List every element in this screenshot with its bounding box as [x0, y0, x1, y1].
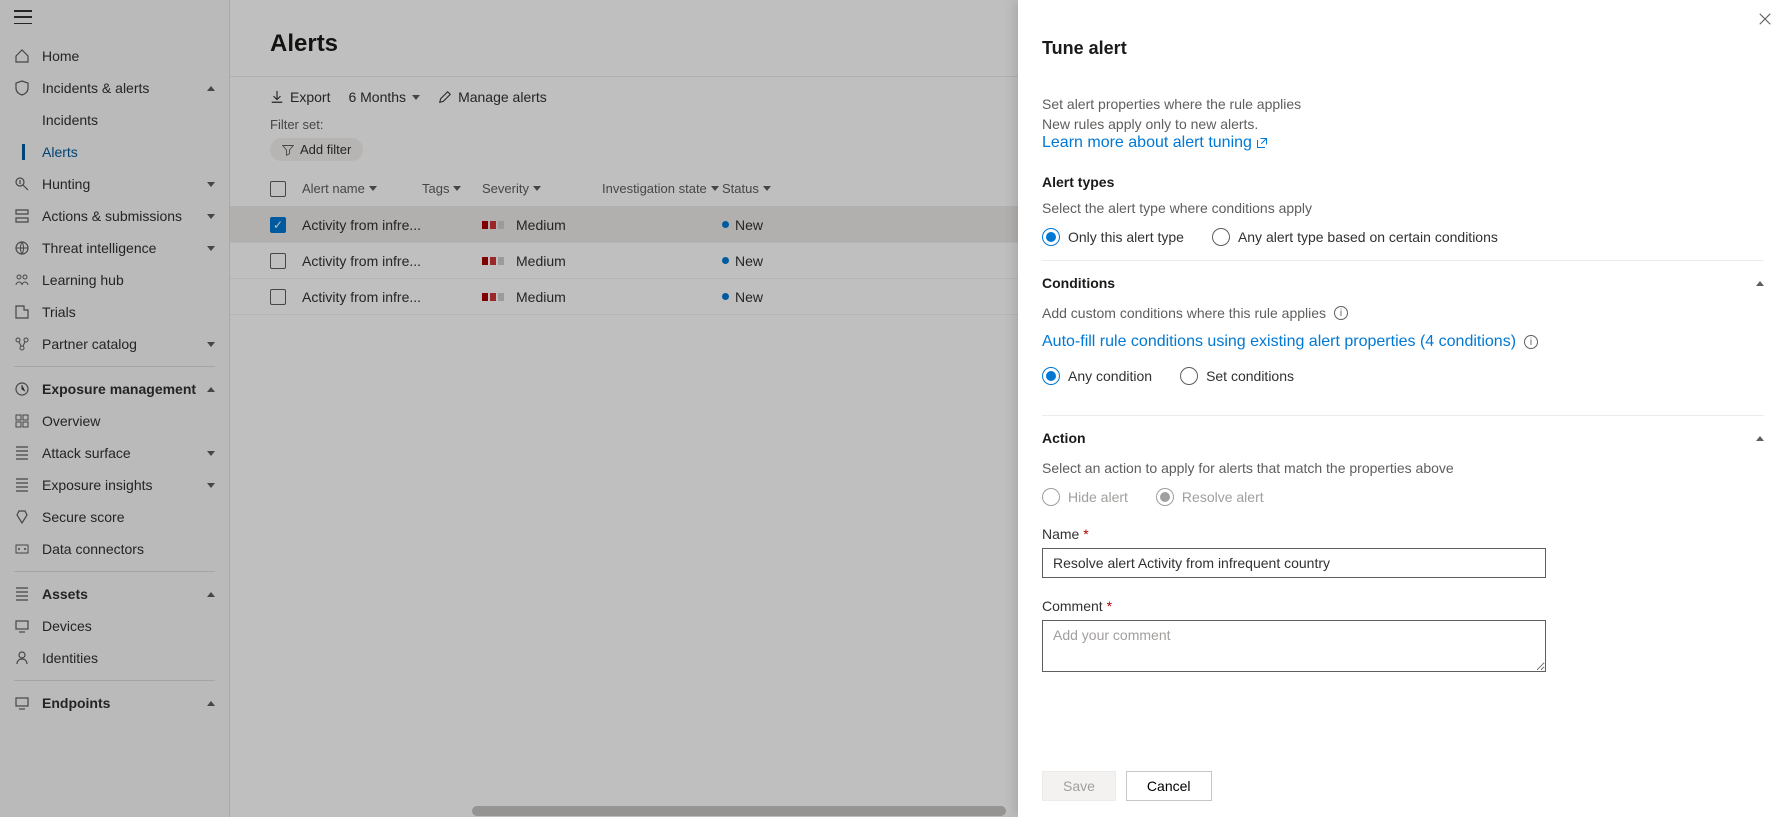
radio-label: Set conditions [1206, 368, 1294, 384]
radio-only-this-alert[interactable]: Only this alert type [1042, 228, 1184, 246]
radio-label: Any condition [1068, 368, 1152, 384]
radio-set-conditions[interactable]: Set conditions [1180, 367, 1294, 385]
panel-desc-2: New rules apply only to new alerts. [1042, 115, 1764, 135]
radio-label: Only this alert type [1068, 229, 1184, 245]
info-icon[interactable]: i [1334, 306, 1348, 320]
alert-types-desc: Select the alert type where conditions a… [1042, 200, 1764, 216]
radio-resolve-alert: Resolve alert [1156, 488, 1264, 506]
radio-icon [1156, 488, 1174, 506]
close-button[interactable] [1758, 12, 1772, 26]
learn-more-label: Learn more about alert tuning [1042, 134, 1252, 152]
radio-any-condition[interactable]: Any condition [1042, 367, 1152, 385]
radio-icon [1042, 228, 1060, 246]
radio-hide-alert: Hide alert [1042, 488, 1128, 506]
radio-any-alert-type[interactable]: Any alert type based on certain conditio… [1212, 228, 1498, 246]
comment-textarea[interactable] [1042, 620, 1546, 672]
autofill-label: Auto-fill rule conditions using existing… [1042, 333, 1516, 351]
radio-icon [1212, 228, 1230, 246]
name-field-label: Name * [1042, 526, 1764, 542]
radio-icon [1042, 367, 1060, 385]
panel-title: Tune alert [1042, 38, 1764, 59]
conditions-desc-row: Add custom conditions where this rule ap… [1042, 305, 1764, 321]
radio-label: Resolve alert [1182, 489, 1264, 505]
radio-label: Any alert type based on certain conditio… [1238, 229, 1498, 245]
comment-field-label: Comment * [1042, 598, 1764, 614]
chevron-up-icon[interactable] [1756, 436, 1764, 441]
alert-types-heading: Alert types [1042, 174, 1764, 190]
radio-icon [1042, 488, 1060, 506]
radio-icon [1180, 367, 1198, 385]
name-input[interactable] [1042, 548, 1546, 578]
info-icon[interactable]: i [1524, 335, 1538, 349]
conditions-heading: Conditions [1042, 275, 1115, 291]
action-heading: Action [1042, 430, 1086, 446]
learn-more-link[interactable]: Learn more about alert tuning [1042, 134, 1268, 152]
tune-alert-panel: Tune alert Set alert properties where th… [1018, 0, 1788, 817]
close-icon [1758, 12, 1772, 26]
save-button: Save [1042, 771, 1116, 801]
cancel-button[interactable]: Cancel [1126, 771, 1212, 801]
autofill-link[interactable]: Auto-fill rule conditions using existing… [1042, 333, 1516, 351]
conditions-desc: Add custom conditions where this rule ap… [1042, 305, 1326, 321]
panel-desc-1: Set alert properties where the rule appl… [1042, 95, 1764, 115]
radio-label: Hide alert [1068, 489, 1128, 505]
external-link-icon [1256, 137, 1268, 149]
action-desc: Select an action to apply for alerts tha… [1042, 460, 1764, 476]
chevron-up-icon[interactable] [1756, 281, 1764, 286]
